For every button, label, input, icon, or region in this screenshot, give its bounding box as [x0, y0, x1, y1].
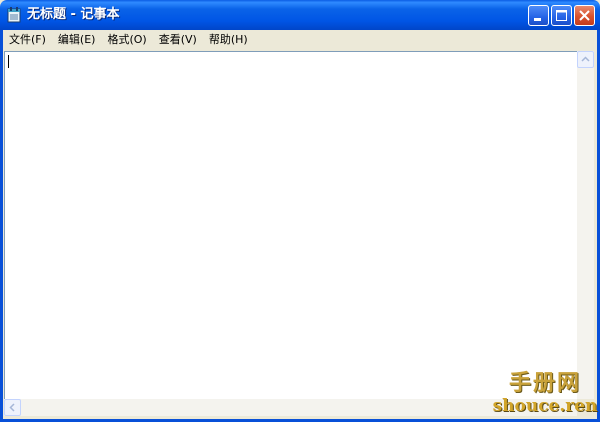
chevron-up-icon	[581, 56, 590, 62]
menu-format[interactable]: 格式(O)	[101, 31, 152, 48]
menu-bar: 文件(F) 编辑(E) 格式(O) 查看(V) 帮助(H)	[3, 30, 597, 49]
watermark-logo: 手册网 shouce.ren	[492, 371, 598, 421]
window-frame-left	[0, 30, 3, 422]
minimize-button[interactable]	[528, 5, 549, 26]
scroll-left-button[interactable]	[4, 399, 21, 416]
close-button[interactable]	[574, 5, 595, 26]
minimize-icon	[534, 18, 541, 21]
chevron-left-icon	[9, 403, 15, 412]
watermark-line-2: shouce.ren	[492, 396, 598, 416]
window-title: 无标题 - 记事本	[27, 7, 120, 22]
notepad-window: 无标题 - 记事本 文件(F) 编辑(E) 格式(O) 查看(V) 帮助(H)	[0, 0, 600, 422]
maximize-button[interactable]	[551, 5, 572, 26]
menu-view[interactable]: 查看(V)	[153, 31, 203, 48]
watermark-line-1: 手册网	[508, 370, 581, 396]
text-caret	[8, 55, 9, 68]
title-bar[interactable]: 无标题 - 记事本	[0, 0, 600, 30]
menu-file[interactable]: 文件(F)	[3, 31, 52, 48]
menu-help[interactable]: 帮助(H)	[203, 31, 254, 48]
vertical-scrollbar[interactable]	[577, 51, 594, 399]
notepad-icon[interactable]	[7, 7, 21, 23]
maximize-icon	[556, 10, 567, 21]
text-editor[interactable]	[4, 51, 577, 399]
close-icon	[579, 10, 590, 21]
menu-edit[interactable]: 编辑(E)	[52, 31, 102, 48]
scroll-up-button[interactable]	[577, 51, 594, 68]
